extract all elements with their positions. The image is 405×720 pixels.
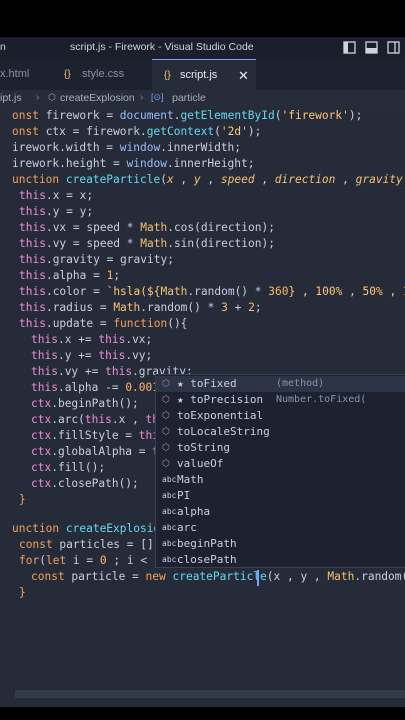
code-line: this.gravity = gravity; <box>19 253 174 266</box>
chevron-right-icon: › <box>36 91 40 103</box>
breadcrumb-symbol[interactable]: particle <box>172 92 206 104</box>
close-icon[interactable]: ✕ <box>238 60 249 91</box>
autocomplete-widget[interactable]: ⬡ ★ toFixed (method) Number.toFixed( ⬡ ★ to… <box>155 374 405 568</box>
suggestion-item[interactable]: ⬡ toString <box>156 440 405 456</box>
code-line: unction createExplosio <box>12 522 161 535</box>
tab-style-css[interactable]: {} style.css <box>50 59 152 90</box>
breadcrumb-function[interactable]: createExplosion <box>60 92 135 104</box>
method-cube-icon: ⬡ <box>162 427 170 437</box>
code-line: } <box>19 493 26 506</box>
code-line: for(let i = 0 ; i < 1 <box>19 554 161 567</box>
code-line: ctx.globalAlpha = t <box>31 445 159 458</box>
title-bar: n script.js - Firework - Visual Studio C… <box>0 37 405 59</box>
word-abc-icon: abc <box>162 475 177 484</box>
suggestion-item[interactable]: abc Math <box>156 472 405 488</box>
variable-icon: [⊙] <box>151 92 164 102</box>
suggestion-item[interactable]: abc alpha <box>156 504 405 520</box>
code-line: this.x += this.vx; <box>31 333 153 346</box>
tab-bar: x.html {} style.css {} script.js ✕ <box>0 59 405 91</box>
breadcrumb-file[interactable]: ipt.js <box>0 92 22 104</box>
code-line: this.update = function(){ <box>19 317 188 330</box>
method-cube-icon: ⬡ <box>162 443 170 453</box>
code-line: this.color = `hsla(${Math.random() * 360… <box>19 285 405 298</box>
method-cube-icon: ⬡ <box>162 459 170 469</box>
toggle-secondary-sidebar-icon[interactable] <box>387 41 400 54</box>
toggle-panel-icon[interactable] <box>365 41 378 54</box>
code-line: ctx.fillStyle = thi <box>31 429 159 442</box>
horizontal-scrollbar[interactable] <box>15 690 405 698</box>
code-line: irework.width = window.innerWidth; <box>12 141 242 154</box>
function-cube-icon: ⬡ <box>48 92 56 102</box>
suggestion-item[interactable]: ⬡ toLocaleString <box>156 424 405 440</box>
word-abc-icon: abc <box>162 507 177 516</box>
method-cube-icon: ⬡ <box>162 411 170 421</box>
code-line: onst ctx = firework.getContext('2d'); <box>12 125 262 138</box>
suggestion-item[interactable]: abc beginPath <box>156 536 405 552</box>
code-line: ctx.closePath(); <box>31 477 139 490</box>
suggestion-item[interactable]: ⬡ toExponential <box>156 408 405 424</box>
word-abc-icon: abc <box>162 491 177 500</box>
code-line: this.y = y; <box>19 205 94 218</box>
code-line: this.radius = Math.random() * 3 + 2; <box>19 301 262 314</box>
word-abc-icon: abc <box>162 555 177 564</box>
tab-script-js[interactable]: {} script.js ✕ <box>152 59 256 91</box>
code-line: unction createParticle(x , y , speed , d… <box>12 173 405 186</box>
suggestion-item[interactable]: abc closePath <box>156 552 405 568</box>
code-line: ctx.beginPath(); <box>31 397 139 410</box>
word-abc-icon: abc <box>162 539 177 548</box>
window-title: script.js - Firework - Visual Studio Cod… <box>70 41 254 53</box>
code-line: ctx.arc(this.x , th <box>31 413 160 426</box>
suggestion-item[interactable]: ⬡ ★ toFixed (method) Number.toFixed( <box>156 376 405 405</box>
code-line: const particles = []; <box>19 538 161 551</box>
suggestion-item[interactable]: abc PI <box>156 488 405 504</box>
code-line: this.alpha -= 0.001 <box>31 381 159 394</box>
tab-html[interactable]: x.html <box>0 59 48 90</box>
suggestion-item[interactable]: ⬡ valueOf <box>156 456 405 472</box>
method-cube-icon: ⬡ <box>162 395 170 405</box>
code-line: this.vx = speed * Math.cos(direction); <box>19 221 275 234</box>
chevron-right-icon: › <box>140 91 144 103</box>
code-line: onst firework = document.getElementById(… <box>12 109 363 122</box>
tab-label: x.html <box>0 68 30 80</box>
code-line: irework.height = window.innerHeight; <box>12 157 255 170</box>
code-line: this.y += this.vy; <box>31 349 153 362</box>
code-line: this.vy = speed * Math.sin(direction); <box>19 237 275 250</box>
menu-fragment[interactable]: n <box>0 41 6 53</box>
method-cube-icon: ⬡ <box>162 379 170 389</box>
code-line: } <box>19 586 26 599</box>
suggestion-item[interactable]: ⬡ ★ toPrecision <box>156 392 405 408</box>
tab-label: style.css <box>82 68 125 80</box>
code-line: const particle = new createParticle(x , … <box>31 570 405 583</box>
breadcrumb: ipt.js › ⬡ createExplosion › [⊙] particl… <box>0 90 405 107</box>
suggestion-item[interactable]: abc arc <box>156 520 405 536</box>
braces-icon: {} <box>164 70 171 81</box>
toggle-sidebar-icon[interactable] <box>343 41 356 54</box>
code-line: this.x = x; <box>19 189 94 202</box>
code-line: this.alpha = 1; <box>19 269 121 282</box>
text-cursor <box>257 570 259 586</box>
code-line: ctx.fill(); <box>31 461 106 474</box>
braces-icon: {} <box>64 69 71 80</box>
word-abc-icon: abc <box>162 523 177 532</box>
tab-label: script.js <box>180 69 218 81</box>
